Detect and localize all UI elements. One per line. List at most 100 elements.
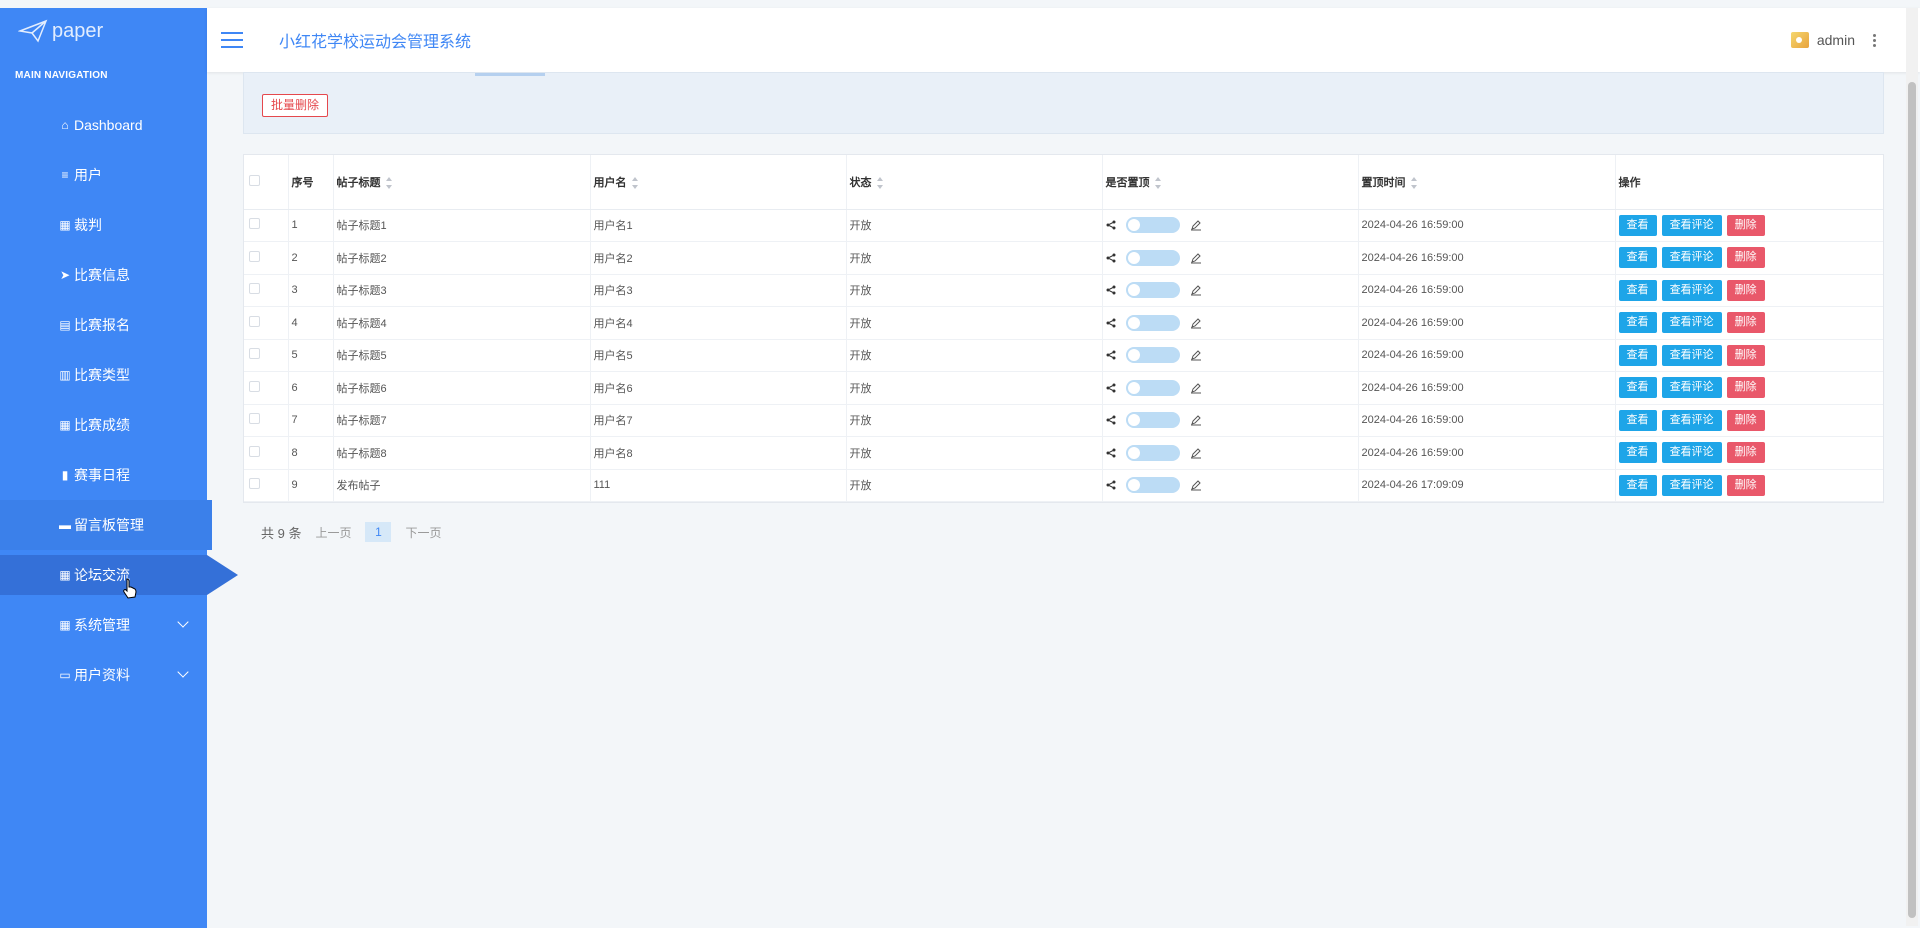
view-button[interactable]: 查看	[1618, 474, 1657, 496]
row-select-cell[interactable]	[244, 306, 288, 340]
sort-icon[interactable]	[1154, 176, 1161, 189]
prev-page-button[interactable]: 上一页	[315, 524, 351, 541]
col-header-pinned[interactable]: 是否置顶	[1101, 155, 1358, 210]
edit-icon[interactable]	[1190, 447, 1202, 459]
view-comments-button[interactable]: 查看评论	[1661, 409, 1722, 431]
pin-toggle[interactable]	[1125, 314, 1180, 331]
col-header-status[interactable]: 状态	[845, 155, 1102, 210]
share-icon[interactable]	[1106, 350, 1116, 360]
edit-icon[interactable]	[1190, 284, 1202, 296]
sidebar-item-7[interactable]: ▮ 赛事日程	[0, 450, 207, 500]
view-comments-button[interactable]: 查看评论	[1661, 279, 1722, 301]
row-checkbox[interactable]	[249, 348, 260, 360]
sidebar-item-3[interactable]: ➤ 比赛信息	[0, 250, 207, 300]
edit-icon[interactable]	[1190, 252, 1202, 264]
share-icon[interactable]	[1106, 383, 1116, 393]
pin-toggle[interactable]	[1125, 347, 1180, 364]
scrollbar-thumb[interactable]	[1908, 82, 1916, 918]
edit-icon[interactable]	[1190, 382, 1202, 394]
edit-icon[interactable]	[1190, 219, 1202, 231]
sort-icon[interactable]	[385, 176, 392, 189]
col-header-pin-time[interactable]: 置顶时间	[1357, 155, 1615, 210]
view-button[interactable]: 查看	[1618, 247, 1657, 269]
view-comments-button[interactable]: 查看评论	[1661, 247, 1722, 269]
row-checkbox[interactable]	[249, 380, 260, 392]
row-select-cell[interactable]	[244, 209, 288, 242]
brand-logo[interactable]: paper	[0, 8, 207, 54]
user-menu[interactable]: admin	[1790, 8, 1876, 72]
delete-button[interactable]: 删除	[1726, 474, 1765, 496]
row-checkbox[interactable]	[249, 250, 260, 262]
delete-button[interactable]: 删除	[1726, 214, 1765, 236]
view-button[interactable]: 查看	[1618, 409, 1657, 431]
sidebar-item-4[interactable]: ▤ 比赛报名	[0, 300, 207, 350]
view-comments-button[interactable]: 查看评论	[1661, 344, 1722, 366]
view-button[interactable]: 查看	[1618, 312, 1657, 334]
sidebar-item-0[interactable]: ⌂ Dashboard	[0, 100, 207, 150]
pin-toggle[interactable]	[1125, 444, 1180, 461]
view-button[interactable]: 查看	[1618, 214, 1657, 236]
row-select-cell[interactable]	[244, 339, 288, 372]
sidebar-item-10[interactable]: ▦ 系统管理	[0, 600, 207, 650]
row-select-cell[interactable]	[244, 436, 288, 470]
delete-button[interactable]: 删除	[1726, 442, 1765, 464]
avatar[interactable]	[1790, 32, 1809, 48]
sidebar-item-6[interactable]: ▦ 比赛成绩	[0, 400, 207, 450]
row-checkbox[interactable]	[249, 478, 260, 490]
edit-icon[interactable]	[1190, 414, 1202, 426]
next-page-button[interactable]: 下一页	[405, 524, 441, 541]
delete-button[interactable]: 删除	[1726, 344, 1765, 366]
pin-toggle[interactable]	[1125, 282, 1180, 299]
select-all-cell[interactable]	[244, 155, 288, 210]
row-select-cell[interactable]	[244, 371, 288, 405]
row-select-cell[interactable]	[244, 274, 288, 307]
sidebar-item-11[interactable]: ▭ 用户资料	[0, 650, 207, 700]
view-comments-button[interactable]: 查看评论	[1661, 312, 1722, 334]
sort-icon[interactable]	[631, 176, 638, 189]
sort-icon[interactable]	[876, 176, 883, 189]
menu-toggle-icon[interactable]	[221, 32, 243, 48]
delete-button[interactable]: 删除	[1726, 377, 1765, 399]
username[interactable]: admin	[1817, 32, 1855, 48]
pin-toggle[interactable]	[1125, 379, 1180, 396]
view-button[interactable]: 查看	[1618, 279, 1657, 301]
page-number-current[interactable]: 1	[365, 522, 392, 542]
sidebar-item-1[interactable]: ≡ 用户	[0, 150, 207, 200]
share-icon[interactable]	[1106, 448, 1116, 458]
sort-icon[interactable]	[1410, 176, 1417, 189]
view-comments-button[interactable]: 查看评论	[1661, 474, 1722, 496]
sidebar-item-2[interactable]: ▦ 裁判	[0, 200, 207, 250]
share-icon[interactable]	[1106, 253, 1116, 263]
row-select-cell[interactable]	[244, 241, 288, 275]
share-icon[interactable]	[1106, 318, 1116, 328]
share-icon[interactable]	[1106, 415, 1116, 425]
view-comments-button[interactable]: 查看评论	[1661, 214, 1722, 236]
pin-toggle[interactable]	[1125, 217, 1180, 234]
view-button[interactable]: 查看	[1618, 442, 1657, 464]
share-icon[interactable]	[1106, 220, 1116, 230]
share-icon[interactable]	[1106, 480, 1116, 490]
row-checkbox[interactable]	[249, 283, 260, 295]
view-comments-button[interactable]: 查看评论	[1661, 377, 1722, 399]
view-comments-button[interactable]: 查看评论	[1661, 442, 1722, 464]
page-scrollbar[interactable]	[1906, 8, 1918, 926]
share-icon[interactable]	[1106, 285, 1116, 295]
delete-button[interactable]: 删除	[1726, 247, 1765, 269]
row-select-cell[interactable]	[244, 469, 288, 502]
edit-icon[interactable]	[1190, 349, 1202, 361]
edit-icon[interactable]	[1190, 317, 1202, 329]
delete-button[interactable]: 删除	[1726, 312, 1765, 334]
pin-toggle[interactable]	[1125, 412, 1180, 429]
select-all-checkbox[interactable]	[249, 174, 260, 186]
pin-toggle[interactable]	[1125, 477, 1180, 494]
col-header-user[interactable]: 用户名	[589, 155, 846, 210]
batch-delete-button[interactable]: 批量删除	[262, 94, 329, 117]
delete-button[interactable]: 删除	[1726, 409, 1765, 431]
sidebar-item-5[interactable]: ▥ 比赛类型	[0, 350, 207, 400]
row-checkbox[interactable]	[249, 413, 260, 425]
delete-button[interactable]: 删除	[1726, 279, 1765, 301]
row-checkbox[interactable]	[249, 445, 260, 457]
row-checkbox[interactable]	[249, 315, 260, 327]
row-select-cell[interactable]	[244, 404, 288, 437]
col-header-title[interactable]: 帖子标题	[332, 155, 590, 210]
